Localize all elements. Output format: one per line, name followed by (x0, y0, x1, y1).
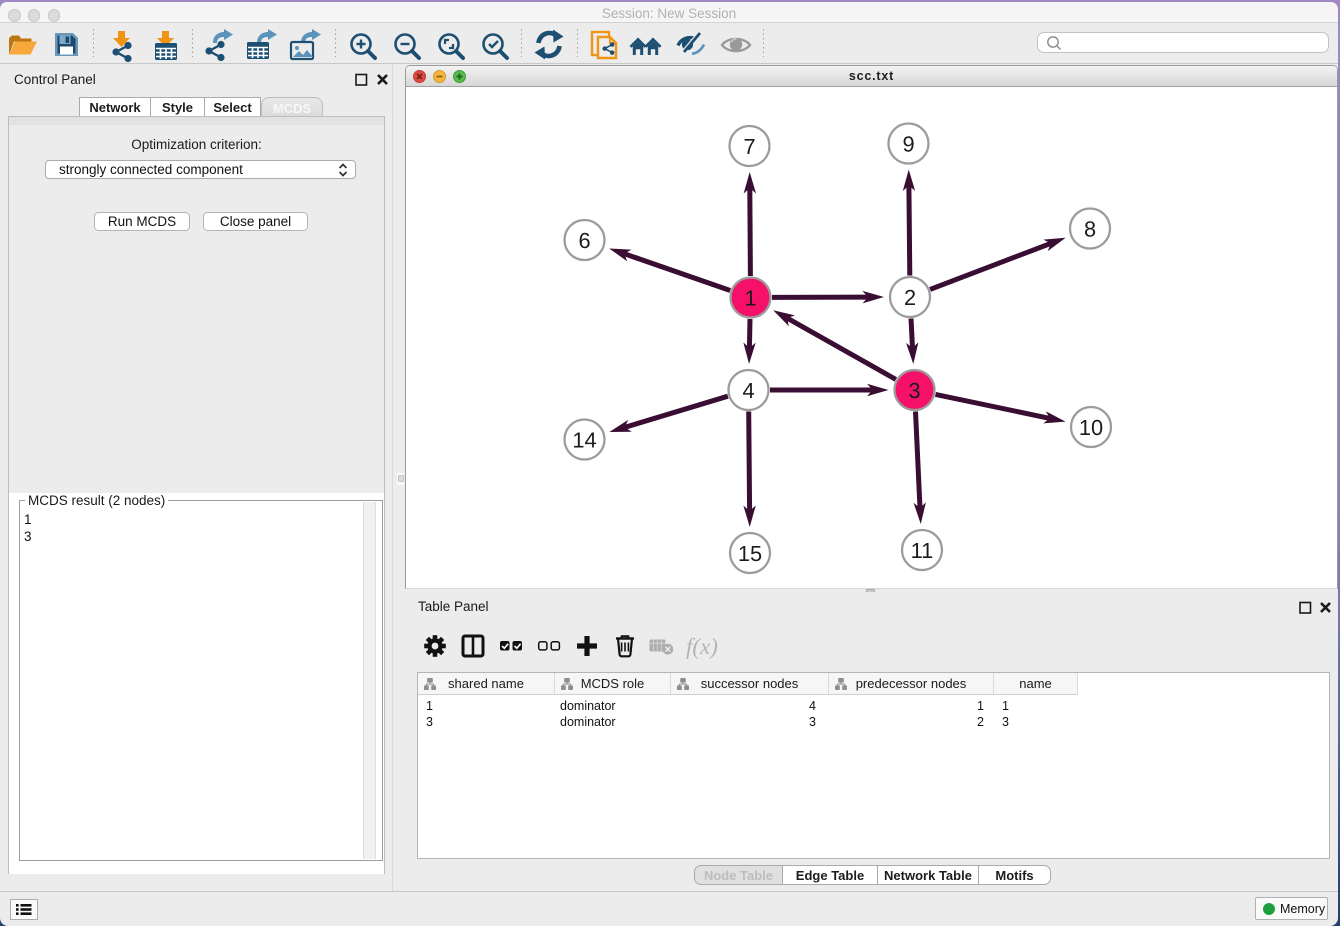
svg-text:14: 14 (572, 427, 596, 452)
svg-text:7: 7 (743, 134, 755, 159)
svg-text:11: 11 (911, 538, 934, 563)
svg-text:6: 6 (578, 228, 590, 253)
svg-text:15: 15 (738, 541, 762, 566)
svg-text:9: 9 (902, 131, 914, 156)
svg-text:4: 4 (742, 378, 754, 403)
svg-text:10: 10 (1079, 415, 1103, 440)
svg-text:2: 2 (904, 285, 916, 310)
svg-text:8: 8 (1084, 216, 1096, 241)
svg-text:f(x): f(x) (686, 634, 718, 659)
svg-text:3: 3 (908, 378, 920, 403)
svg-text:1: 1 (744, 285, 756, 310)
